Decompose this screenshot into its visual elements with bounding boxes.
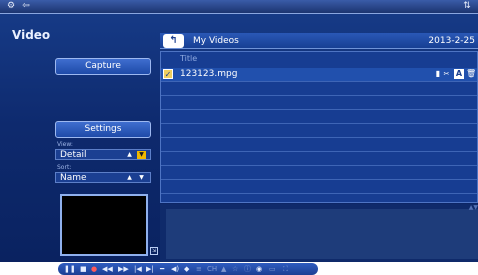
screen-icon[interactable]: ▭ [269,264,276,274]
folder-title: My Videos [193,36,239,46]
skip-back-icon[interactable]: |◀ [134,264,142,274]
row-divider [161,81,477,82]
equals-icon[interactable]: ≡ [196,264,202,274]
sort-label: Sort: [57,164,72,171]
scroll-arrows-icon[interactable]: ▲▼ [469,204,478,211]
row-divider [161,95,477,96]
channel-icon[interactable]: CH [207,264,217,274]
row-divider [161,165,477,166]
row-divider [161,179,477,180]
row-divider [161,137,477,138]
row-divider [161,151,477,152]
trash-icon[interactable]: 🗑 [466,69,476,79]
skip-forward-icon[interactable]: ▶| [146,264,154,274]
list-item[interactable]: ✓ 123123.mpg ▮ ✂ A 🗑 [161,68,477,81]
row-divider [161,123,477,124]
volume-down-icon[interactable]: ◀) [171,264,179,274]
pause-icon[interactable]: ❚❚ [64,264,76,274]
minus-icon[interactable]: ━ [160,264,164,274]
channel-up-icon[interactable]: ▲ [221,264,226,274]
chevron-up-icon[interactable]: ▲ [125,174,134,182]
chevron-up-icon[interactable]: ▲ [125,151,134,159]
bottom-bar: ❚❚ ■ ● ◀◀ ▶▶ |◀ ▶| ━ ◀) ◆ ≡ CH ▲ ☆ ⓘ ◉ ▭… [0,262,478,275]
video-preview[interactable] [60,194,148,256]
gear-icon[interactable]: ⚙ [4,1,18,12]
file-name: 123123.mpg [180,69,238,79]
path-bar: ↰ My Videos 2013-2-25 [160,33,478,49]
rewind-icon[interactable]: ◀◀ [102,264,113,274]
app-window: ⚙ ⇦ ⇅ Video Capture Settings View: Detai… [0,0,478,275]
view-value: Detail [60,150,87,160]
capture-button[interactable]: Capture [55,58,151,75]
expand-icon[interactable]: ⇲ [150,247,158,255]
scissors-icon[interactable]: ✂ [442,69,451,79]
content-pane: ↰ My Videos 2013-2-25 Title ✓ 123123.mpg… [160,14,478,262]
volume-up-icon[interactable]: ◆ [184,264,189,274]
sync-icon[interactable]: ⇅ [460,1,474,12]
stop-icon[interactable]: ■ [80,264,87,274]
text-icon[interactable]: A [454,69,464,79]
column-header-title[interactable]: Title [180,54,197,63]
title-bar: ⚙ ⇦ ⇅ [0,0,478,14]
up-folder-button[interactable]: ↰ [163,34,184,48]
camera-icon[interactable]: ◉ [256,264,262,274]
file-list: Title ✓ 123123.mpg ▮ ✂ A 🗑 [160,51,478,203]
sidebar: Video Capture Settings View: Detail ▲ ▼ … [0,14,160,262]
row-divider [161,109,477,110]
sort-value: Name [60,173,87,183]
view-label: View: [57,141,73,148]
fullscreen-icon[interactable]: ⛶ [283,264,288,274]
back-icon[interactable]: ⇦ [19,1,33,12]
detail-panel [166,209,478,259]
main-area: Video Capture Settings View: Detail ▲ ▼ … [0,14,478,262]
checkbox[interactable]: ✓ [163,69,173,79]
info-icon[interactable]: ⓘ [244,264,251,274]
star-icon[interactable]: ☆ [232,264,238,274]
fast-forward-icon[interactable]: ▶▶ [118,264,129,274]
settings-button[interactable]: Settings [55,121,151,138]
folder-date: 2013-2-25 [428,36,475,46]
transport-controls: ❚❚ ■ ● ◀◀ ▶▶ |◀ ▶| ━ ◀) ◆ ≡ CH ▲ ☆ ⓘ ◉ ▭… [58,263,318,275]
chevron-down-icon[interactable]: ▼ [137,174,146,182]
chevron-down-icon[interactable]: ▼ [137,151,146,159]
record-icon[interactable]: ● [91,264,97,274]
page-title: Video [12,28,51,42]
row-divider [161,193,477,194]
sort-picker[interactable]: Name ▲ ▼ [55,172,151,183]
view-picker[interactable]: Detail ▲ ▼ [55,149,151,160]
detail-area: ▲▼ [160,204,478,262]
